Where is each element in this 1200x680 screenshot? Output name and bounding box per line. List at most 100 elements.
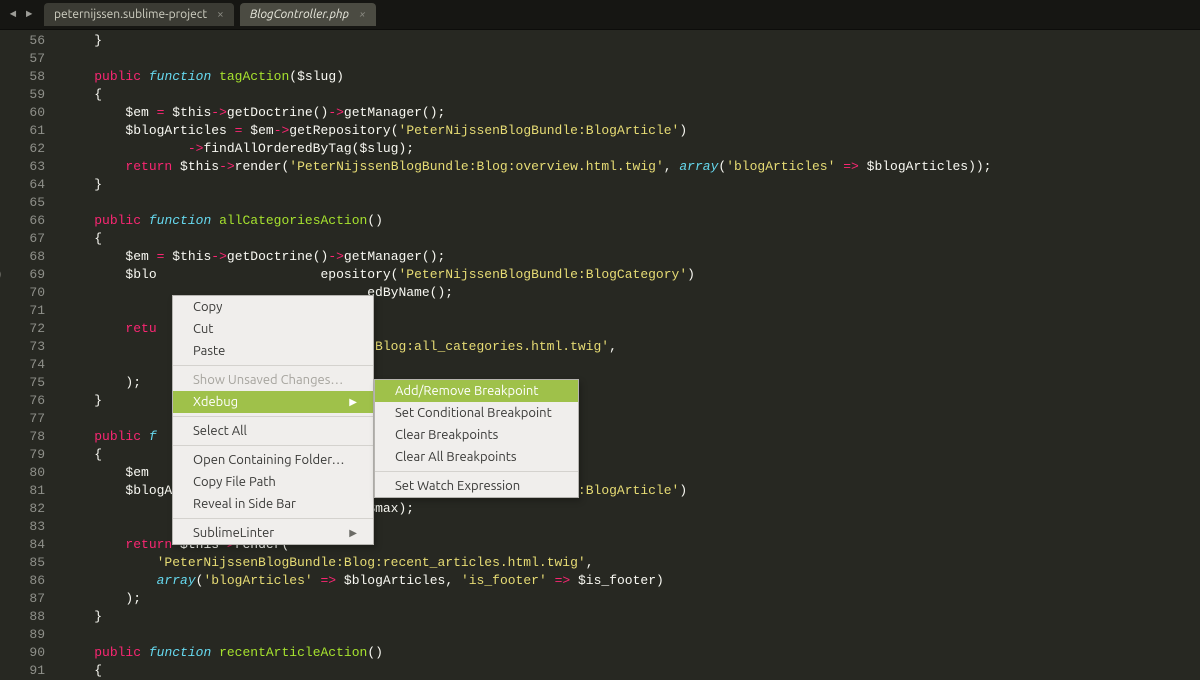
code-line[interactable]: } [63,32,1200,50]
code-line[interactable] [63,626,1200,644]
close-icon[interactable]: × [217,8,224,21]
code-line[interactable]: } [63,176,1200,194]
line-number[interactable]: 67 [6,230,45,248]
tab-bar: ◄ ► peternijssen.sublime-project× BlogCon… [0,0,1200,30]
line-number[interactable]: 86 [6,572,45,590]
code-line[interactable]: ->findAllOrderedByTag($slug); [63,140,1200,158]
submenu-item[interactable]: Set Conditional Breakpoint [375,402,578,424]
line-number[interactable]: 87 [6,590,45,608]
line-number[interactable]: 66 [6,212,45,230]
code-line[interactable]: $blo epository('PeterNijssenBlogBundle:B… [63,266,1200,284]
line-number[interactable]: 89 [6,626,45,644]
line-number[interactable]: 57 [6,50,45,68]
line-number[interactable]: 84 [6,536,45,554]
line-number[interactable]: 64 [6,176,45,194]
menu-item-label: Xdebug [193,395,238,409]
menu-separator [173,365,373,366]
code-line[interactable]: public function recentArticleAction() [63,644,1200,662]
line-number[interactable]: 58 [6,68,45,86]
line-number[interactable]: 63 [6,158,45,176]
context-menu: Copy Cut Paste Show Unsaved Changes… Xdebug ▶… [172,295,374,545]
line-number[interactable]: 73 [6,338,45,356]
submenu-item[interactable]: Set Watch Expression [375,475,578,497]
chevron-right-icon: ▶ [349,527,357,539]
code-line[interactable] [63,50,1200,68]
line-number[interactable]: 79 [6,446,45,464]
menu-item[interactable]: Copy File Path [173,471,373,493]
line-number[interactable]: 82 [6,500,45,518]
line-number[interactable]: 90 [6,644,45,662]
code-line[interactable]: public function tagAction($slug) [63,68,1200,86]
code-line[interactable]: public function allCategoriesAction() [63,212,1200,230]
line-number[interactable]: 91 [6,662,45,680]
submenu-item[interactable]: Clear All Breakpoints [375,446,578,468]
nav-back-icon[interactable]: ◄ [6,8,20,22]
line-number[interactable]: 83 [6,518,45,536]
line-number[interactable]: 56 [6,32,45,50]
line-number[interactable]: 77 [6,410,45,428]
menu-item[interactable]: Xdebug ▶ [173,391,373,413]
line-number[interactable]: 81 [6,482,45,500]
menu-item-label: Open Containing Folder… [193,453,345,467]
code-line[interactable]: $em = $this->getDoctrine()->getManager()… [63,104,1200,122]
line-number[interactable]: 71 [6,302,45,320]
code-line[interactable]: ); [63,590,1200,608]
code-line[interactable]: 'PeterNijssenBlogBundle:Blog:recent_arti… [63,554,1200,572]
submenu-item-label: Set Watch Expression [395,479,520,493]
line-number[interactable]: 69 [6,266,45,284]
submenu-item-label: Set Conditional Breakpoint [395,406,552,420]
code-line[interactable]: { [63,86,1200,104]
menu-item[interactable]: Paste [173,340,373,362]
line-gutter: 5657585960616263646566676869707172737475… [0,30,55,677]
code-line[interactable]: array('blogArticles' => $blogArticles, '… [63,572,1200,590]
tab-label: BlogController.php [250,8,349,21]
menu-item[interactable]: Cut [173,318,373,340]
menu-separator [173,445,373,446]
close-icon[interactable]: × [359,8,366,21]
line-number[interactable]: 61 [6,122,45,140]
menu-item-label: Copy File Path [193,475,276,489]
chevron-right-icon: ▶ [349,396,357,408]
code-line[interactable]: $em = $this->getDoctrine()->getManager()… [63,248,1200,266]
line-number[interactable]: 70 [6,284,45,302]
line-number[interactable]: 72 [6,320,45,338]
line-number[interactable]: 65 [6,194,45,212]
menu-item[interactable]: Open Containing Folder… [173,449,373,471]
menu-item[interactable]: Select All [173,420,373,442]
code-line[interactable]: return $this->render('PeterNijssenBlogBu… [63,158,1200,176]
nav-forward-icon[interactable]: ► [22,8,36,22]
menu-item-label: Select All [193,424,247,438]
xdebug-submenu: Add/Remove Breakpoint Set Conditional Bre… [374,379,579,498]
menu-item[interactable]: Copy [173,296,373,318]
code-line[interactable]: } [63,608,1200,626]
line-number[interactable]: 75 [6,374,45,392]
menu-item-label: Copy [193,300,222,314]
tab-0[interactable]: peternijssen.sublime-project× [44,3,234,26]
line-number[interactable]: 76 [6,392,45,410]
code-line[interactable]: { [63,230,1200,248]
line-number[interactable]: 60 [6,104,45,122]
menu-item-label: Cut [193,322,213,336]
line-number[interactable]: 59 [6,86,45,104]
menu-separator [375,471,578,472]
submenu-item[interactable]: Clear Breakpoints [375,424,578,446]
line-number[interactable]: 88 [6,608,45,626]
line-number[interactable]: 74 [6,356,45,374]
submenu-item-label: Add/Remove Breakpoint [395,384,538,398]
line-number[interactable]: 62 [6,140,45,158]
menu-item: Show Unsaved Changes… [173,369,373,391]
line-number[interactable]: 68 [6,248,45,266]
menu-item[interactable]: SublimeLinter▶ [173,522,373,544]
line-number[interactable]: 78 [6,428,45,446]
menu-item-label: Reveal in Side Bar [193,497,296,511]
menu-item[interactable]: Reveal in Side Bar [173,493,373,515]
tab-1[interactable]: BlogController.php × [240,3,376,26]
menu-separator [173,416,373,417]
code-line[interactable]: $blogArticles = $em->getRepository('Pete… [63,122,1200,140]
submenu-item[interactable]: Add/Remove Breakpoint [375,380,578,402]
editor-area: 5657585960616263646566676869707172737475… [0,30,1200,677]
line-number[interactable]: 80 [6,464,45,482]
code-line[interactable] [63,194,1200,212]
line-number[interactable]: 85 [6,554,45,572]
code-line[interactable]: { [63,662,1200,677]
